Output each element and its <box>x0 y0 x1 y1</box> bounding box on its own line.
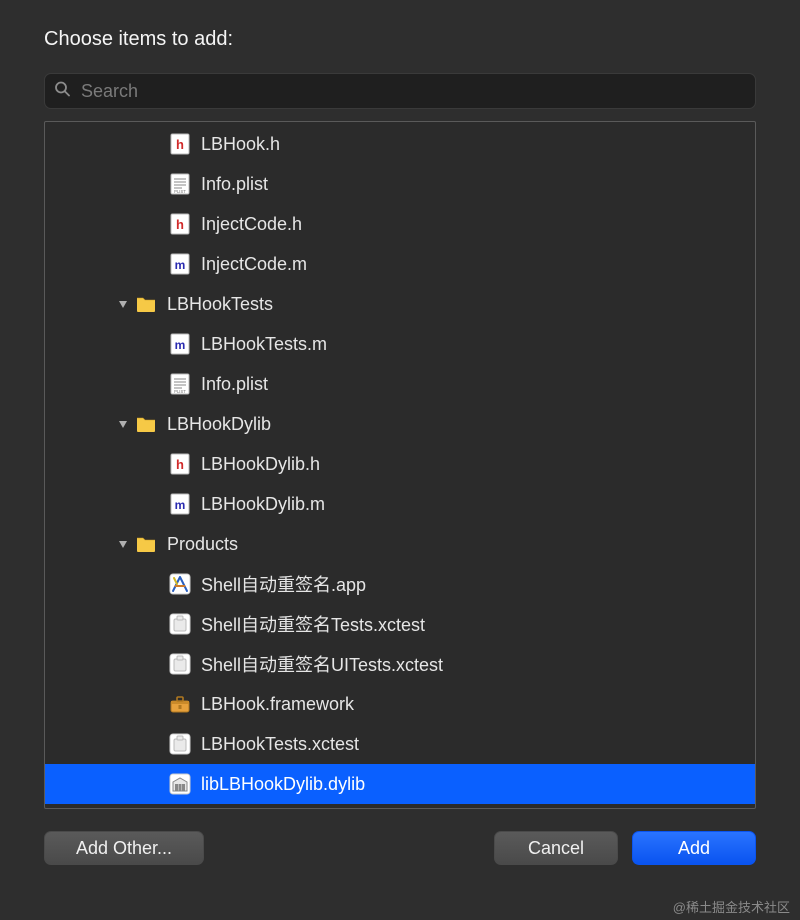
m-icon: m <box>169 493 191 515</box>
tree-item-label: Info.plist <box>201 174 268 195</box>
h-icon: h <box>169 133 191 155</box>
tree-item-label: InjectCode.h <box>201 214 302 235</box>
tree-item-label: LBHook.h <box>201 134 280 155</box>
xctest-icon <box>169 733 191 755</box>
tree-item-label: InjectCode.m <box>201 254 307 275</box>
svg-text:h: h <box>176 457 184 472</box>
tree-item-label: LBHookTests <box>167 294 273 315</box>
plist-icon: PLIST <box>169 373 191 395</box>
tree-item[interactable]: m InjectCode.m <box>45 244 755 284</box>
add-button[interactable]: Add <box>632 831 756 865</box>
folder-icon <box>135 293 157 315</box>
search-field-wrap <box>44 73 756 109</box>
svg-text:h: h <box>176 217 184 232</box>
svg-text:PLIST: PLIST <box>174 189 186 194</box>
xctest-icon <box>169 613 191 635</box>
tree-item-label: LBHookDylib.h <box>201 454 320 475</box>
svg-text:PLIST: PLIST <box>174 389 186 394</box>
watermark-label: @稀土掘金技术社区 <box>673 897 790 916</box>
file-tree[interactable]: h LBHook.h PLIST Info.plist h InjectCode.h m In… <box>44 121 756 809</box>
tree-folder[interactable]: Products <box>45 524 755 564</box>
tree-item-label: Info.plist <box>201 374 268 395</box>
folder-icon <box>135 413 157 435</box>
tree-item-label: LBHookTests.m <box>201 334 327 355</box>
tree-item[interactable]: PLIST Info.plist <box>45 164 755 204</box>
xctest-icon <box>169 653 191 675</box>
tree-item[interactable]: Shell自动重签名Tests.xctest <box>45 604 755 644</box>
search-input[interactable] <box>44 73 756 109</box>
app-icon <box>169 573 191 595</box>
tree-item[interactable]: h LBHookDylib.h <box>45 444 755 484</box>
disclosure-triangle-icon[interactable] <box>117 294 131 315</box>
tree-item-label: Shell自动重签名.app <box>201 571 366 597</box>
tree-folder[interactable]: LBHookDylib <box>45 404 755 444</box>
svg-text:m: m <box>175 258 186 272</box>
dylib-icon <box>169 773 191 795</box>
tree-item[interactable]: LBHook.framework <box>45 684 755 724</box>
h-icon: h <box>169 213 191 235</box>
h-icon: h <box>169 453 191 475</box>
disclosure-triangle-icon[interactable] <box>117 534 131 555</box>
choose-items-panel: Choose items to add: h LBHook.h PLIST Info.… <box>0 0 800 920</box>
tree-item[interactable]: h LBHook.h <box>45 124 755 164</box>
tree-item[interactable]: m LBHookTests.m <box>45 324 755 364</box>
prompt-label: Choose items to add: <box>44 28 756 51</box>
m-icon: m <box>169 253 191 275</box>
tree-item-label: libLBHookDylib.dylib <box>201 774 365 795</box>
tree-item-label: LBHookDylib.m <box>201 494 325 515</box>
m-icon: m <box>169 333 191 355</box>
tree-folder[interactable]: LBHookTests <box>45 284 755 324</box>
tree-item[interactable]: libLBHookDylib.dylib <box>45 764 755 804</box>
button-bar: Add Other... Cancel Add <box>44 831 756 865</box>
tree-item[interactable]: Shell自动重签名.app <box>45 564 755 604</box>
tree-item[interactable]: m LBHookDylib.m <box>45 484 755 524</box>
cancel-button[interactable]: Cancel <box>494 831 618 865</box>
tree-item-label: Products <box>167 534 238 555</box>
tree-item[interactable]: Shell自动重签名UITests.xctest <box>45 644 755 684</box>
tree-item-label: Shell自动重签名UITests.xctest <box>201 651 443 677</box>
svg-text:h: h <box>176 137 184 152</box>
tree-item[interactable]: h InjectCode.h <box>45 204 755 244</box>
tree-item-label: Shell自动重签名Tests.xctest <box>201 611 425 637</box>
framework-icon <box>169 693 191 715</box>
svg-text:m: m <box>175 498 186 512</box>
tree-item-label: LBHookTests.xctest <box>201 734 359 755</box>
tree-item[interactable]: PLIST Info.plist <box>45 364 755 404</box>
disclosure-triangle-icon[interactable] <box>117 414 131 435</box>
tree-item[interactable]: LBHookTests.xctest <box>45 724 755 764</box>
add-other-button[interactable]: Add Other... <box>44 831 204 865</box>
tree-item-label: LBHookDylib <box>167 414 271 435</box>
svg-text:m: m <box>175 338 186 352</box>
plist-icon: PLIST <box>169 173 191 195</box>
folder-icon <box>135 533 157 555</box>
tree-item-label: LBHook.framework <box>201 694 354 715</box>
